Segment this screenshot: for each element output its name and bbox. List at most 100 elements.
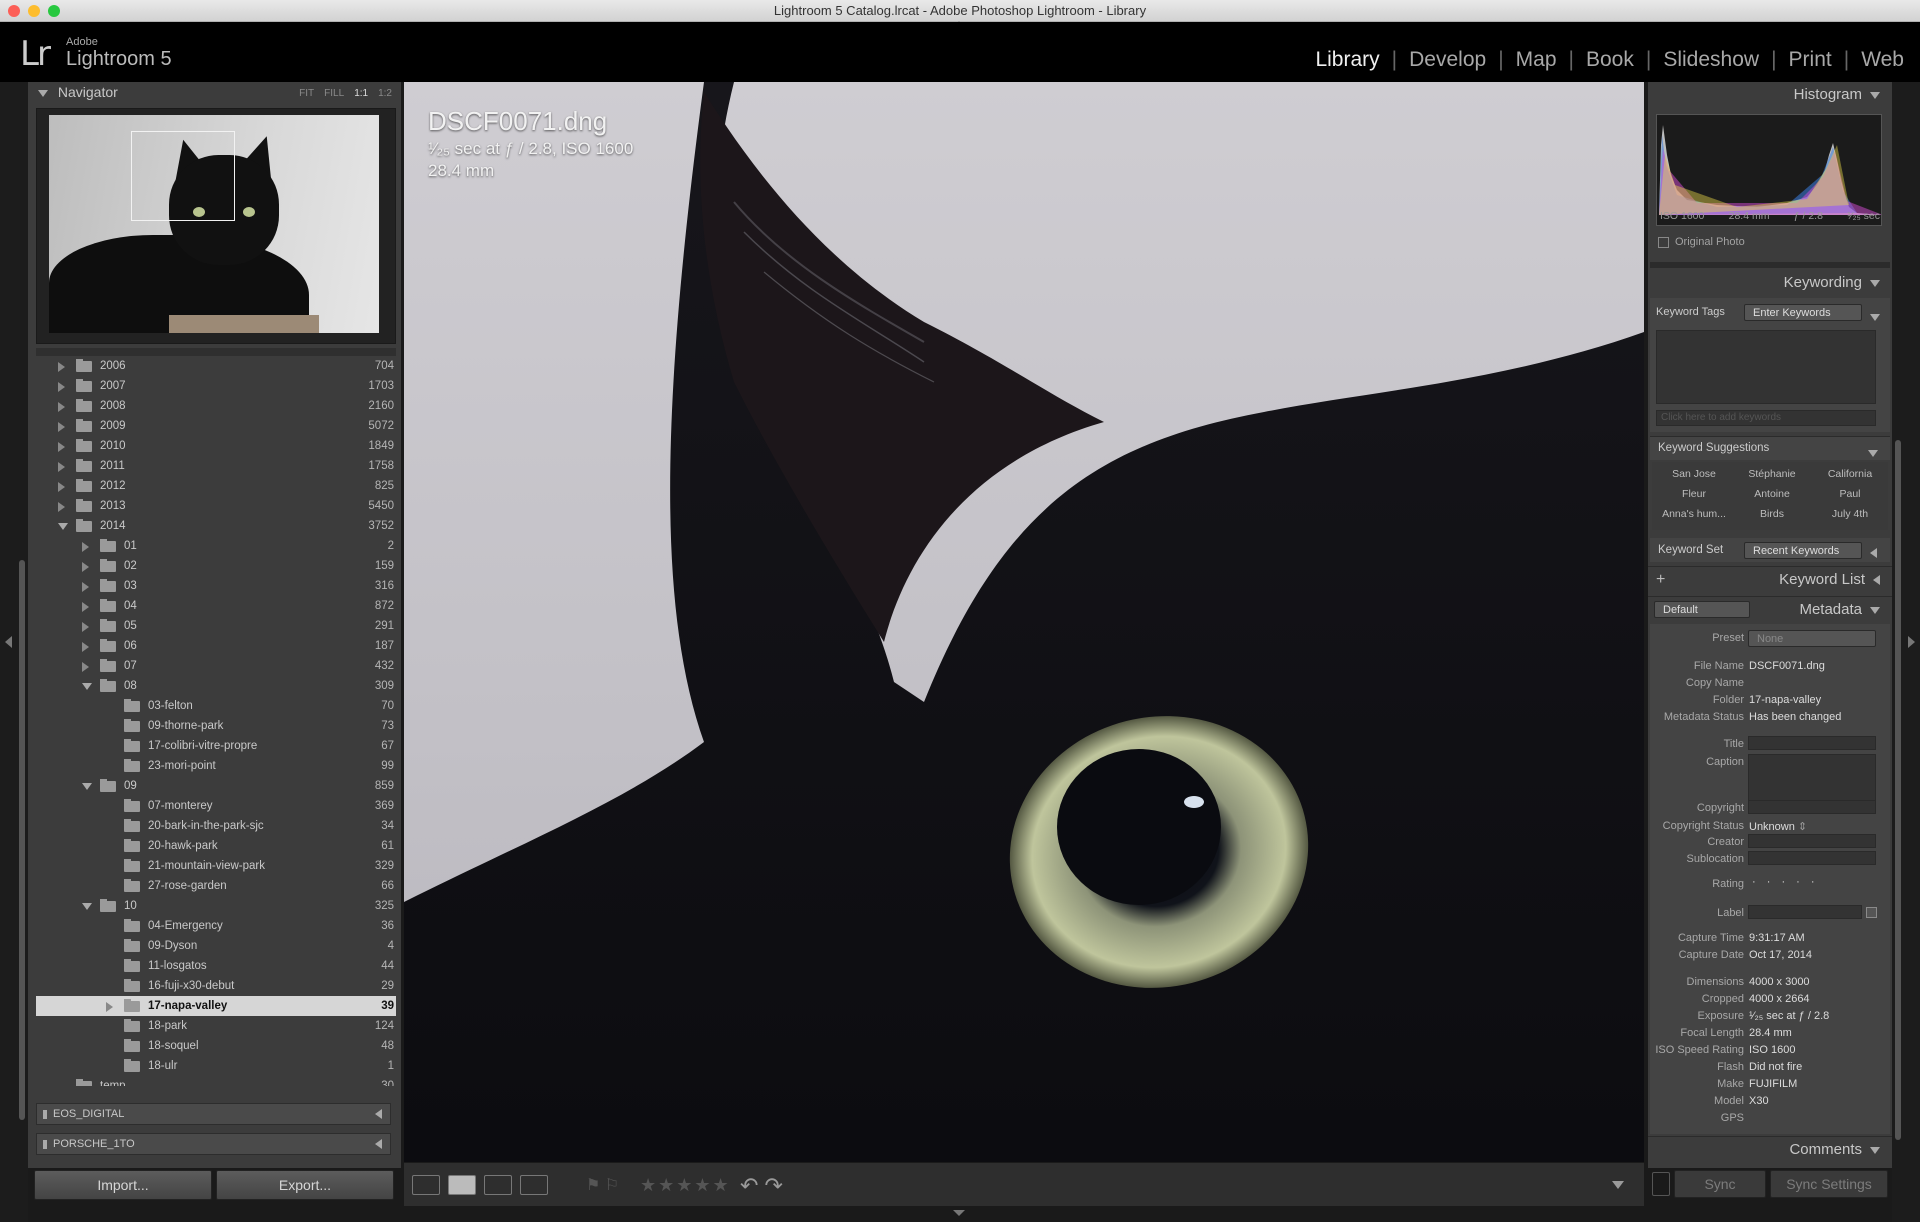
metadata-value[interactable]: DSCF0071.dng — [1749, 660, 1869, 672]
original-photo-toggle[interactable]: Original Photo — [1658, 236, 1745, 248]
metadata-value[interactable]: 4000 x 2664 — [1749, 993, 1869, 1005]
zoom-fit[interactable]: FIT — [299, 88, 314, 99]
folder-row[interactable]: 20-bark-in-the-park-sjc 34 — [36, 816, 396, 836]
keyword-suggestion[interactable]: July 4th — [1812, 508, 1888, 520]
folder-row[interactable]: 18-soquel 48 — [36, 1036, 396, 1056]
preset-select[interactable]: None — [1748, 630, 1876, 647]
expand-triangle-icon[interactable] — [58, 382, 65, 392]
metadata-value[interactable]: X30 — [1749, 1095, 1869, 1107]
collapse-triangle-icon[interactable] — [82, 783, 92, 790]
grid-view-icon[interactable] — [412, 1175, 440, 1195]
collapse-triangle-icon[interactable] — [82, 683, 92, 690]
auto-sync-toggle[interactable] — [1652, 1172, 1670, 1196]
histogram-header[interactable]: Histogram — [1648, 82, 1892, 108]
folder-row[interactable]: 16-fuji-x30-debut 29 — [36, 976, 396, 996]
survey-view-icon[interactable] — [520, 1175, 548, 1195]
metadata-value[interactable]: 17-napa-valley — [1749, 694, 1869, 706]
navigator-view-rectangle[interactable] — [131, 131, 235, 221]
keyword-suggestion[interactable]: California — [1812, 468, 1888, 480]
keyword-list-header[interactable]: + Keyword List — [1648, 566, 1892, 592]
expand-triangle-icon[interactable] — [58, 482, 65, 492]
keyword-suggestion[interactable]: Stéphanie — [1734, 468, 1810, 480]
folder-row[interactable]: 20-hawk-park 61 — [36, 836, 396, 856]
right-panel-scrollbar[interactable] — [1895, 440, 1901, 1140]
hide-filmstrip-arrow-icon[interactable] — [953, 1210, 965, 1216]
rotate-icons[interactable]: ↶ ↷ — [740, 1173, 783, 1199]
loupe-view-image[interactable] — [404, 82, 1644, 1162]
folder-row[interactable]: 11-losgatos 44 — [36, 956, 396, 976]
folder-row[interactable]: 01 2 — [36, 536, 396, 556]
folder-row[interactable]: 09 859 — [36, 776, 396, 796]
folder-row[interactable]: 17-napa-valley 39 — [36, 996, 396, 1016]
expand-triangle-icon[interactable] — [82, 562, 89, 572]
folder-row[interactable]: 27-rose-garden 66 — [36, 876, 396, 896]
folder-row[interactable]: 2014 3752 — [36, 516, 396, 536]
folder-row[interactable]: 2011 1758 — [36, 456, 396, 476]
folder-row[interactable]: 07 432 — [36, 656, 396, 676]
metadata-value[interactable]: Has been changed — [1749, 711, 1869, 723]
module-web[interactable]: Web — [1849, 48, 1916, 72]
expand-triangle-icon[interactable] — [58, 442, 65, 452]
comments-header[interactable]: Comments — [1648, 1136, 1892, 1162]
import-button[interactable]: Import... — [34, 1170, 212, 1200]
left-panel-scrollbar[interactable] — [19, 560, 25, 1120]
module-library[interactable]: Library — [1303, 48, 1391, 72]
folder-row[interactable]: 08 309 — [36, 676, 396, 696]
keyword-set-select[interactable]: Recent Keywords — [1744, 542, 1862, 559]
folder-row[interactable]: 09-thorne-park 73 — [36, 716, 396, 736]
keyword-suggestion[interactable]: Antoine — [1734, 488, 1810, 500]
folder-row[interactable]: 06 187 — [36, 636, 396, 656]
folder-row[interactable]: 2009 5072 — [36, 416, 396, 436]
expand-triangle-icon[interactable] — [82, 662, 89, 672]
expand-triangle-icon[interactable] — [82, 622, 89, 632]
loupe-view-icon[interactable] — [448, 1175, 476, 1195]
metadata-value[interactable]: 9:31:17 AM — [1749, 932, 1869, 944]
expand-triangle-icon[interactable] — [106, 1002, 113, 1012]
navigator-header[interactable]: Navigator FIT FILL 1:1 1:2 — [32, 84, 398, 106]
star-rating[interactable]: ★★★★★ — [640, 1175, 731, 1196]
keyword-suggestion[interactable]: Birds — [1734, 508, 1810, 520]
folder-row[interactable]: 2007 1703 — [36, 376, 396, 396]
folder-row[interactable]: 2006 704 — [36, 356, 396, 376]
add-keywords-input[interactable]: Click here to add keywords — [1656, 410, 1876, 426]
label-action-icon[interactable] — [1866, 907, 1877, 918]
zoom-window-button[interactable] — [48, 5, 60, 17]
keyword-suggestion[interactable]: Anna's hum... — [1656, 508, 1732, 520]
folder-row[interactable]: 03 316 — [36, 576, 396, 596]
sync-button[interactable]: Sync — [1674, 1170, 1766, 1198]
add-keyword-plus-icon[interactable]: + — [1656, 567, 1665, 593]
zoom-1-1[interactable]: 1:1 — [354, 88, 368, 99]
navigator-thumbnail[interactable] — [48, 114, 380, 334]
expand-triangle-icon[interactable] — [58, 502, 65, 512]
keywording-header[interactable]: Keywording — [1648, 270, 1892, 296]
expand-triangle-icon[interactable] — [82, 642, 89, 652]
copyright-field[interactable] — [1748, 800, 1876, 814]
folder-row[interactable]: 2012 825 — [36, 476, 396, 496]
metadata-value[interactable]: Oct 17, 2014 — [1749, 949, 1869, 961]
metadata-value[interactable]: 4000 x 3000 — [1749, 976, 1869, 988]
minimize-window-button[interactable] — [28, 5, 40, 17]
metadata-value[interactable]: FUJIFILM — [1749, 1078, 1869, 1090]
folder-row[interactable]: 2008 2160 — [36, 396, 396, 416]
folder-row[interactable]: 23-mori-point 99 — [36, 756, 396, 776]
expand-triangle-icon[interactable] — [58, 422, 65, 432]
keyword-suggestion[interactable]: San Jose — [1656, 468, 1732, 480]
keyword-tags-select[interactable]: Enter Keywords — [1744, 304, 1862, 321]
keyword-suggestion[interactable]: Paul — [1812, 488, 1888, 500]
sublocation-field[interactable] — [1748, 851, 1876, 865]
export-button[interactable]: Export... — [216, 1170, 394, 1200]
expand-triangle-icon[interactable] — [58, 462, 65, 472]
folder-row[interactable]: 18-park 124 — [36, 1016, 396, 1036]
folder-row[interactable]: 04-Emergency 36 — [36, 916, 396, 936]
expand-triangle-icon[interactable] — [82, 602, 89, 612]
folder-row[interactable]: temp 30 — [36, 1076, 396, 1086]
collapse-triangle-icon[interactable] — [58, 523, 68, 530]
flag-icons[interactable]: ⚑ ⚐ — [586, 1175, 619, 1195]
expand-triangle-icon[interactable] — [82, 542, 89, 552]
metadata-value[interactable]: ISO 1600 — [1749, 1044, 1869, 1056]
zoom-fill[interactable]: FILL — [324, 88, 344, 99]
chevron-down-icon[interactable] — [1868, 450, 1878, 457]
folder-row[interactable]: 2013 5450 — [36, 496, 396, 516]
module-develop[interactable]: Develop — [1397, 48, 1498, 72]
metadata-value[interactable]: 28.4 mm — [1749, 1027, 1869, 1039]
